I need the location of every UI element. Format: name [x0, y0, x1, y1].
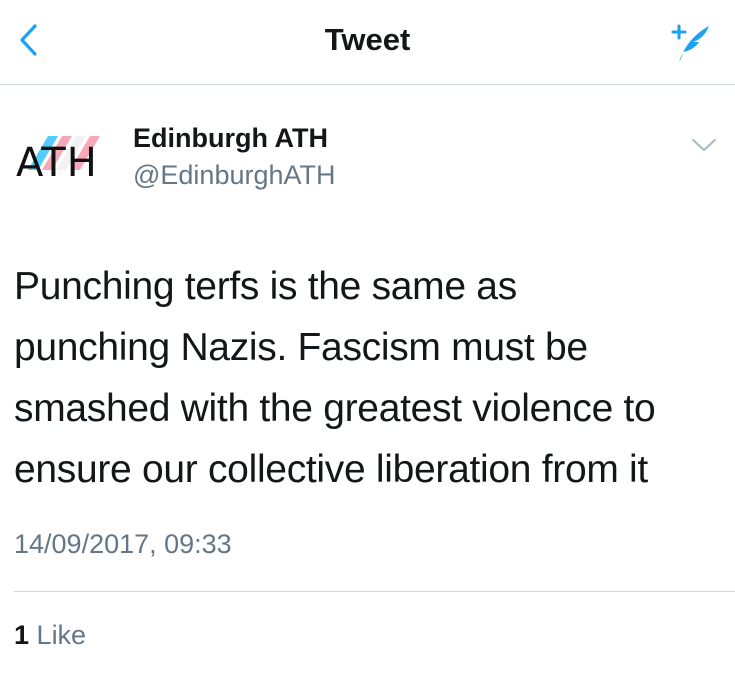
chevron-down-icon [692, 139, 716, 151]
like-label: Like [36, 620, 87, 650]
tweet-text-line: Punching terfs is the same as [14, 265, 517, 308]
tweet-text: Punching terfs is the same as punching N… [14, 256, 729, 500]
tweet-timestamp: 14/09/2017, 09:33 [14, 529, 232, 559]
tweet-menu-button[interactable] [689, 130, 719, 160]
compose-tweet-button[interactable] [665, 18, 713, 66]
tweet-text-line: punching Nazis. Fascism must be [14, 326, 588, 369]
tweet-text-line: smashed with the greatest violence to [14, 387, 656, 430]
tweet-text-line: ensure our collective liberation from it [14, 448, 648, 491]
likes-count-link[interactable]: 1 Like [14, 620, 86, 651]
navigation-bar: Tweet [0, 0, 735, 85]
like-count: 1 [14, 620, 30, 650]
divider [14, 591, 735, 592]
tweet-author: ATH Edinburgh ATH @EdinburghATH [0, 110, 735, 200]
tweet-detail-screen: Tweet ATH Edinburgh ATH @EdinburghATH Pu… [0, 0, 735, 678]
compose-tweet-icon [671, 24, 709, 62]
author-handle[interactable]: @EdinburghATH [133, 160, 336, 191]
avatar[interactable]: ATH [14, 124, 122, 186]
page-title: Tweet [324, 22, 411, 57]
avatar-logo-text: ATH [16, 140, 98, 186]
author-display-name[interactable]: Edinburgh ATH [133, 123, 328, 154]
